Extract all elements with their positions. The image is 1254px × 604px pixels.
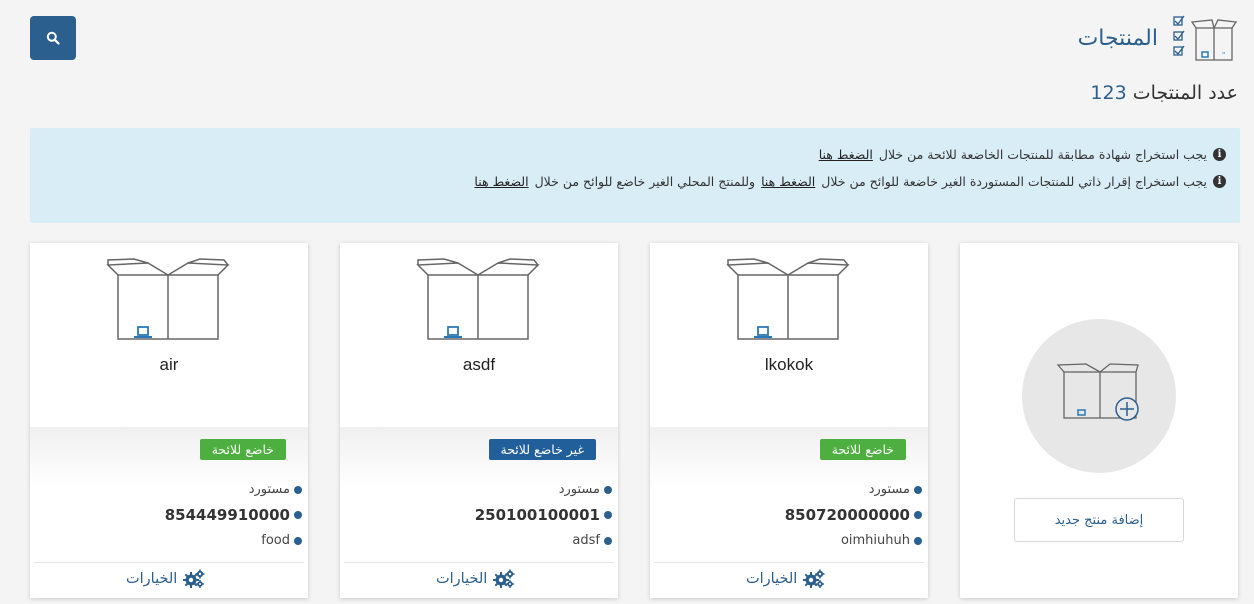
product-name: air [159, 355, 179, 374]
certificate-link[interactable]: الضغط هنا [819, 147, 873, 162]
card-divider [654, 562, 924, 563]
options-label: الخيارات [746, 571, 798, 587]
bullet-icon [914, 536, 922, 545]
regulation-badge: خاضع للائحة [199, 439, 286, 460]
info-line-certificate: i يجب استخراج شهادة مطابقة للمنتجات الخا… [44, 147, 1226, 162]
gears-icon [182, 569, 206, 589]
options-button[interactable]: الخيارات [126, 569, 206, 589]
bullet-icon [914, 511, 922, 519]
card-divider [34, 562, 304, 563]
options-label: الخيارات [436, 571, 488, 587]
page-header: " المنتجات عدد المنتجات 123 [0, 0, 1254, 120]
product-code: 250100100001 [475, 506, 612, 524]
add-box-icon [1056, 363, 1139, 421]
product-card-top: lkokok [650, 243, 928, 427]
gears-icon [492, 569, 516, 589]
options-label: الخيارات [126, 571, 178, 587]
bullet-icon [294, 536, 302, 545]
imported-declaration-link[interactable]: الضغط هنا [761, 174, 815, 189]
regulation-badge: غير خاضع للائحة [488, 439, 596, 460]
info-circle-icon: i [1213, 148, 1226, 161]
options-button[interactable]: الخيارات [436, 569, 516, 589]
local-declaration-link[interactable]: الضغط هنا [474, 174, 528, 189]
box-icon [104, 257, 234, 341]
add-product-illustration [1022, 319, 1176, 473]
add-new-product-button[interactable]: إضافة منتج جديد [1014, 498, 1184, 542]
info-line-declaration: i يجب استخراج إقرار ذاتي للمنتجات المستو… [44, 174, 1226, 189]
product-card-top: asdf [340, 243, 618, 427]
info-circle-icon: i [1213, 175, 1226, 188]
product-origin: مستورد [869, 482, 922, 497]
card-divider [344, 562, 614, 563]
search-icon [46, 31, 60, 45]
product-card-top: air [30, 243, 308, 427]
product-code: 850720000000 [785, 506, 922, 524]
product-card[interactable]: air خاضع للائحة مستورد 854449910000 food… [30, 243, 308, 598]
product-code: 854449910000 [165, 506, 302, 524]
search-button[interactable] [30, 16, 76, 60]
info-text: يجب استخراج شهادة مطابقة للمنتجات الخاضع… [878, 147, 1207, 162]
product-origin-text: مستورد [558, 482, 600, 497]
product-code-text: 854449910000 [164, 506, 290, 524]
info-alert: i يجب استخراج شهادة مطابقة للمنتجات الخا… [30, 128, 1240, 223]
bullet-icon [294, 485, 302, 494]
bullet-icon [604, 536, 612, 545]
product-origin: مستورد [559, 482, 612, 497]
bullet-icon [914, 485, 922, 494]
title-block: " المنتجات [1078, 14, 1238, 62]
products-count-value: 123 [1090, 82, 1127, 104]
options-button[interactable]: الخيارات [746, 569, 826, 589]
info-text: وللمنتج المحلي الغير خاضع للوائح من خلال [534, 174, 756, 189]
bullet-icon [604, 485, 612, 494]
gears-icon [802, 569, 826, 589]
product-code-text: 250100100001 [474, 506, 600, 524]
product-category-text: adsf [572, 533, 600, 548]
product-origin-text: مستورد [868, 482, 910, 497]
product-name: asdf [462, 355, 496, 374]
product-origin: مستورد [249, 482, 302, 497]
bullet-icon [294, 511, 302, 519]
regulation-badge: خاضع للائحة [819, 439, 906, 460]
product-category-text: oimhiuhuh [840, 533, 910, 548]
product-category: adsf [572, 533, 612, 548]
product-category: food [261, 533, 302, 548]
products-count: عدد المنتجات 123 [1090, 82, 1238, 104]
page-title: المنتجات [1077, 25, 1158, 51]
product-card[interactable]: asdf غير خاضع للائحة مستورد 250100100001… [340, 243, 618, 598]
svg-text:": " [1222, 51, 1225, 59]
products-checklist-icon: " [1173, 15, 1238, 61]
product-origin-text: مستورد [248, 482, 290, 497]
box-icon [724, 257, 854, 341]
product-card[interactable]: lkokok خاضع للائحة مستورد 850720000000 o… [650, 243, 928, 598]
product-name: lkokok [764, 355, 814, 374]
add-product-card: إضافة منتج جديد [960, 243, 1238, 598]
bullet-icon [604, 511, 612, 519]
product-category: oimhiuhuh [841, 533, 922, 548]
box-icon [414, 257, 544, 341]
products-count-label: عدد المنتجات [1132, 82, 1238, 104]
product-code-text: 850720000000 [784, 506, 910, 524]
product-category-text: food [261, 533, 290, 548]
info-text: يجب استخراج إقرار ذاتي للمنتجات المستورد… [821, 174, 1207, 189]
